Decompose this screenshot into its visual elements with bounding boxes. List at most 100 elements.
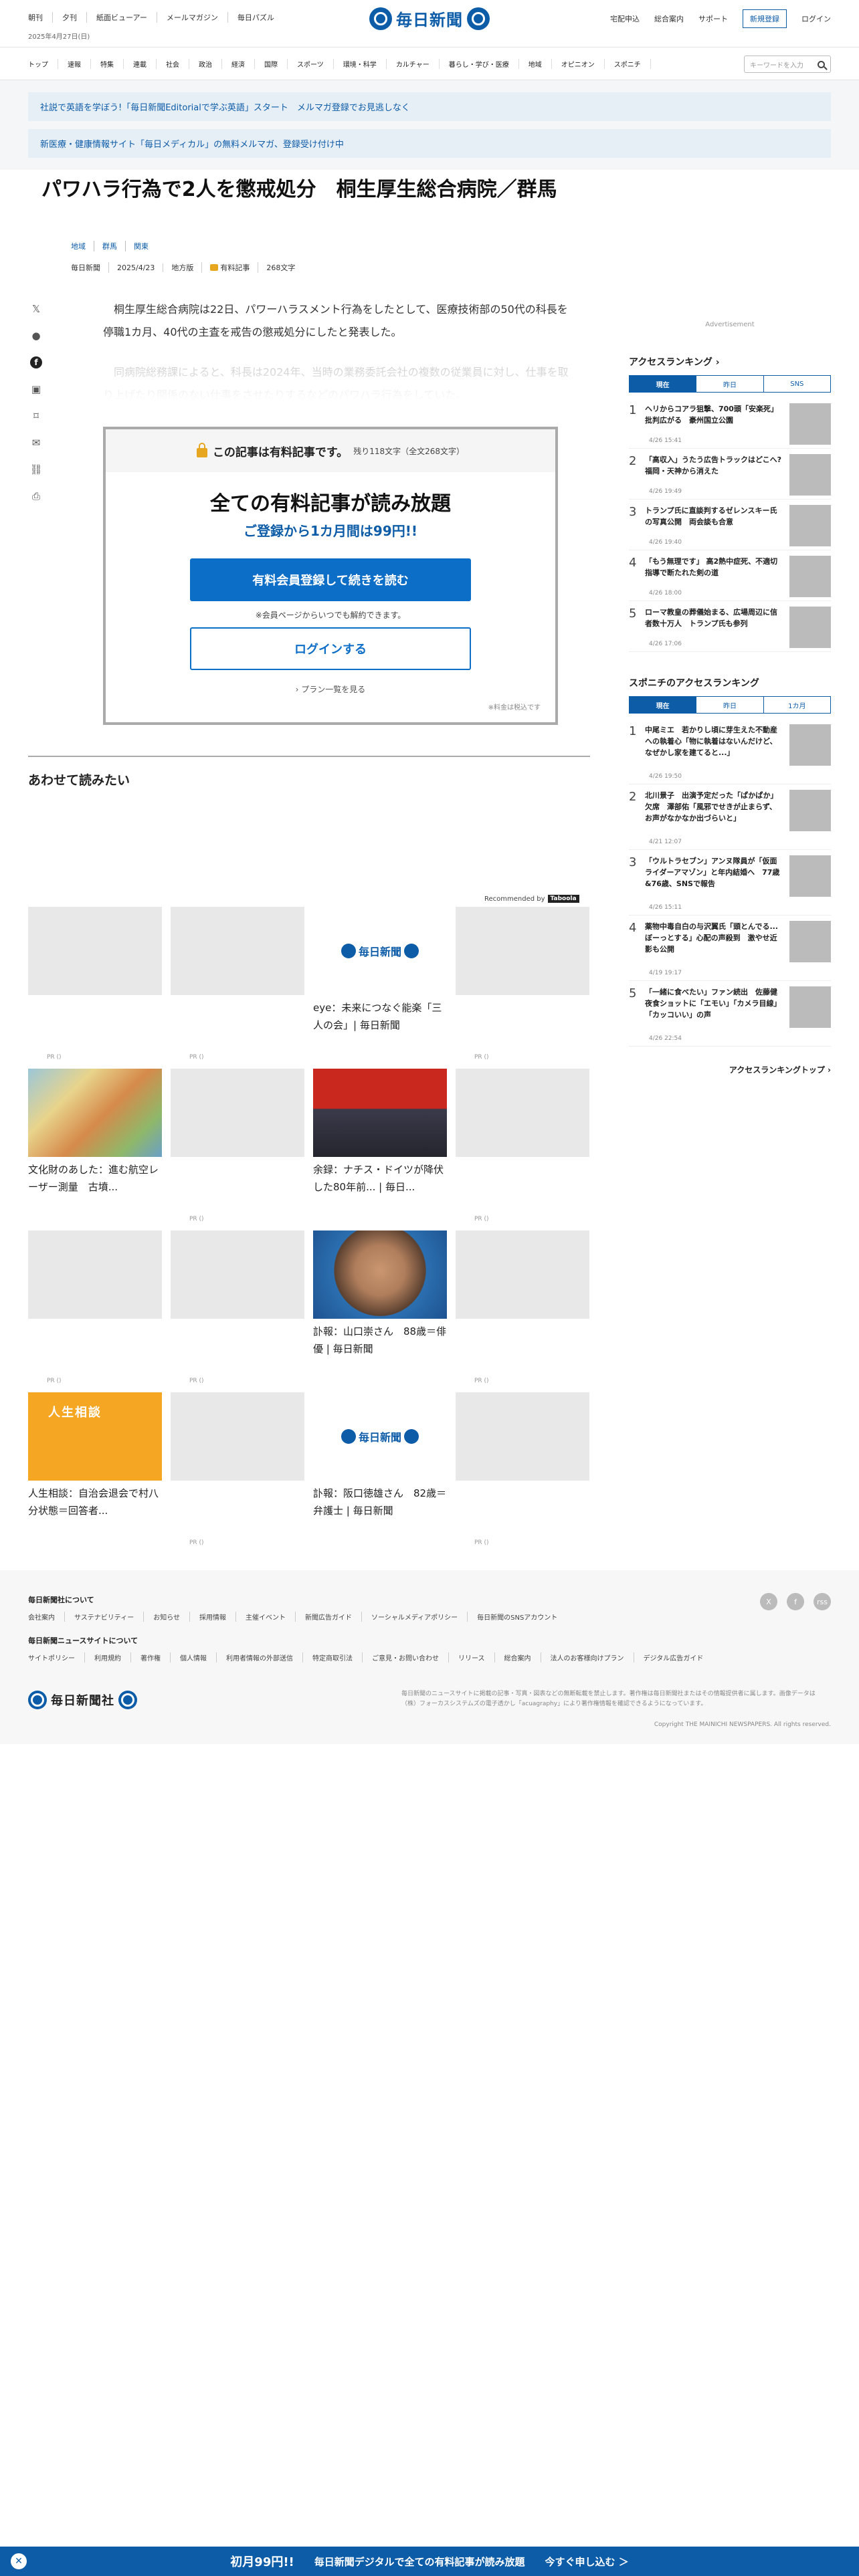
tag-region[interactable]: 地域 [71,241,94,251]
related-card[interactable]: 余録：ナチス・ドイツが降伏した80年前... | 毎日... [313,1069,447,1230]
rank-thumbnail[interactable] [789,505,831,546]
footer-site-link[interactable]: デジタル広告ガイド [634,1652,713,1662]
related-card[interactable]: 毎日新聞 eye：未来につなぐ能楽「三人の会」| 毎日新聞 [313,907,447,1069]
related-card-title[interactable]: 人生相談：自治会退会で村八分状態＝回答者... [28,1485,162,1519]
ranking-item[interactable]: 3 トランプ氏に直談判するゼレンスキー氏の写真公開 両会談も合意 4/26 19:4… [629,500,831,550]
related-thumbnail[interactable] [313,1230,447,1319]
rank-thumbnail[interactable] [789,855,831,897]
footer-site-link[interactable]: 利用者情報の外部送信 [217,1652,303,1662]
nav-local[interactable]: 地域 [519,58,552,69]
related-thumbnail[interactable] [28,1392,162,1481]
rank-thumbnail[interactable] [789,790,831,831]
related-card-title[interactable]: 訃報：山口崇さん 88歳＝俳優 | 毎日新聞 [313,1323,447,1358]
related-thumbnail[interactable] [456,1392,589,1481]
related-card-title[interactable]: eye：未来につなぐ能楽「三人の会」| 毎日新聞 [313,999,447,1034]
footer-site-link[interactable]: 著作権 [131,1652,171,1662]
related-thumbnail[interactable]: 毎日新聞 [313,907,447,995]
ranking-item[interactable]: 5 「一緒に食べたい」ファン続出 佐藤健 夜食ショットに「エモい」「カメラ目線」「… [629,981,831,1047]
x-icon[interactable]: X [760,1593,777,1610]
nav-features[interactable]: 特集 [91,58,124,69]
top-link-puzzle[interactable]: 毎日パズル [228,12,284,23]
related-card-title[interactable] [171,1323,304,1358]
rank-thumbnail[interactable] [789,986,831,1028]
nav-opinion[interactable]: オピニオン [552,58,605,69]
rss-icon[interactable]: rss [814,1593,831,1610]
ranking-title[interactable]: アクセスランキング › [629,355,831,368]
related-card-title[interactable] [456,1485,589,1519]
link-info[interactable]: 総合案内 [654,13,684,24]
signup-button[interactable]: 有料会員登録して続きを読む [190,558,471,601]
related-card-title[interactable] [171,1161,304,1196]
login-link[interactable]: ログイン [801,13,831,24]
rank-thumbnail[interactable] [789,921,831,962]
related-card[interactable]: PR () [171,1230,304,1392]
related-card-title[interactable] [171,1485,304,1519]
related-card-title[interactable]: 余録：ナチス・ドイツが降伏した80年前... | 毎日... [313,1161,447,1196]
related-card-title[interactable]: 文化財のあした：進む航空レーザー測量 古墳... [28,1161,162,1196]
related-card-title[interactable] [171,999,304,1034]
ranking-item[interactable]: 3 「ウルトラセブン」アンヌ隊員が「仮面ライダーアマゾン」と年内結婚へ 77歳&7… [629,850,831,916]
rank-thumbnail[interactable] [789,607,831,648]
related-thumbnail[interactable] [171,1069,304,1157]
footer-site-link[interactable]: ご意見・お問い合わせ [363,1652,449,1662]
recommended-by[interactable]: Recommended by Taboola [484,895,579,903]
banner-cta[interactable]: 今すぐ申し込む ＞ [545,2555,628,2569]
tag-gunma[interactable]: 群馬 [94,241,126,251]
tab-sns[interactable]: SNS [764,376,830,392]
nav-economy[interactable]: 経済 [222,58,255,69]
related-card[interactable]: 毎日新聞 訃報：阪口徳雄さん 82歳＝弁護士 | 毎日新聞 [313,1392,447,1554]
related-thumbnail[interactable] [171,907,304,995]
close-icon[interactable]: ✕ [11,2553,27,2569]
footer-logo[interactable]: 毎日新聞社 [28,1691,137,1709]
related-card[interactable]: PR () [28,907,162,1069]
nav-top[interactable]: トップ [28,58,58,69]
related-thumbnail[interactable] [28,907,162,995]
tab-yesterday[interactable]: 昨日 [696,697,764,713]
reader-icon[interactable]: ▣ [28,381,44,397]
nav-society[interactable]: 社会 [157,58,189,69]
related-card[interactable]: PR () [456,1392,589,1554]
search-input[interactable]: キーワードを入力 [744,56,831,73]
related-card[interactable]: 人生相談：自治会退会で村八分状態＝回答者... [28,1392,162,1554]
related-card[interactable]: PR () [456,1230,589,1392]
nav-life[interactable]: 暮らし・学び・医療 [440,58,519,69]
related-card-title[interactable] [456,1161,589,1196]
facebook-share-icon[interactable]: f [28,354,44,370]
footer-about-link[interactable]: 新聞広告ガイド [296,1612,363,1622]
register-button[interactable]: 新規登録 [743,9,787,28]
related-thumbnail[interactable] [28,1230,162,1319]
related-thumbnail[interactable] [28,1069,162,1157]
rank-thumbnail[interactable] [789,454,831,496]
footer-site-link[interactable]: 総合案内 [495,1652,541,1662]
footer-about-link[interactable]: 会社案内 [28,1612,65,1622]
ranking-item[interactable]: 2 北川景子 出演予定だった「ぱかぱか」欠席 澤部佑「風邪でせきが止まらず、お声が… [629,784,831,850]
x-share-icon[interactable]: 𝕏 [28,301,44,317]
nav-sports[interactable]: スポーツ [288,58,334,69]
ranking-item[interactable]: 5 ローマ教皇の葬儀始まる、広場周辺に信者数十万人 トランプ氏も参列 4/26 17… [629,601,831,652]
ranking-more-link[interactable]: アクセスランキングトップ › [629,1064,831,1075]
tag-kanto[interactable]: 関東 [126,241,157,251]
related-card[interactable]: PR () [171,1069,304,1230]
link-delivery[interactable]: 宅配申込 [610,13,640,24]
top-link-evening[interactable]: 夕刊 [53,12,87,23]
related-thumbnail[interactable] [313,1069,447,1157]
facebook-icon[interactable]: f [787,1593,804,1610]
footer-site-link[interactable]: 特定商取引法 [303,1652,363,1662]
ranking-item[interactable]: 2 「高収入」うたう広告トラックはどこへ? 福岡・天神から消えた 4/26 19:4… [629,449,831,500]
related-thumbnail[interactable] [456,907,589,995]
rank-thumbnail[interactable] [789,403,831,445]
related-card[interactable]: PR () [171,1392,304,1554]
top-link-morning[interactable]: 朝刊 [28,12,53,23]
tab-now[interactable]: 現在 [630,697,697,713]
footer-site-link[interactable]: 法人のお客様向けプラン [541,1652,634,1662]
related-card-title[interactable] [28,999,162,1034]
footer-site-link[interactable]: 利用規約 [85,1652,131,1662]
hatena-share-icon[interactable]: ● [28,328,44,344]
footer-site-link[interactable]: サイトポリシー [28,1652,85,1662]
rank-thumbnail[interactable] [789,724,831,766]
search-icon[interactable] [818,60,825,68]
tab-now[interactable]: 現在 [630,376,697,392]
nav-sponichi[interactable]: スポニチ [605,58,651,69]
link-support[interactable]: サポート [698,13,728,24]
related-thumbnail[interactable] [171,1230,304,1319]
